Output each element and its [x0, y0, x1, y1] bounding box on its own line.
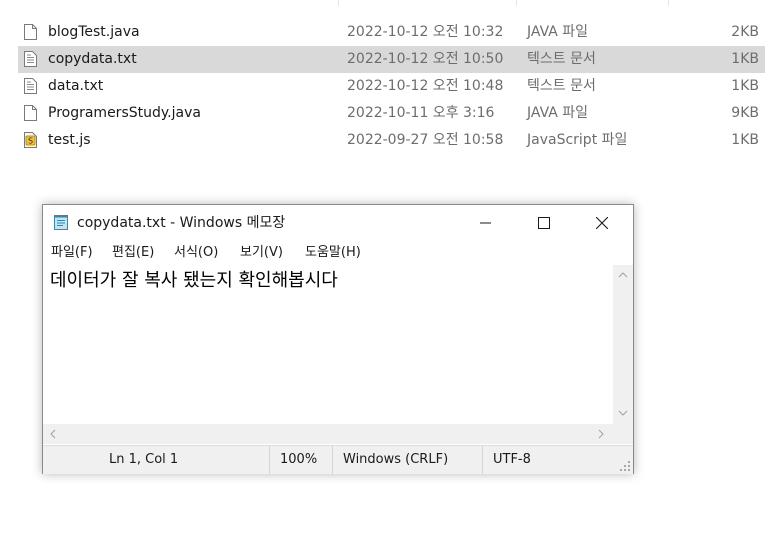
file-name: copydata.txt: [48, 51, 137, 67]
file-modified-date: 2022-10-11 오후 3:16: [347, 105, 495, 121]
status-encoding: UTF-8: [482, 446, 633, 474]
menu-view[interactable]: 보기(V): [240, 241, 283, 265]
menu-format[interactable]: 서식(O): [174, 241, 218, 265]
status-zoom: 100%: [269, 446, 332, 474]
file-modified-date: 2022-10-12 오전 10:32: [347, 24, 504, 40]
menu-help[interactable]: 도움말(H): [305, 241, 361, 265]
file-name: data.txt: [48, 78, 104, 94]
file-modified-date: 2022-10-12 오전 10:50: [347, 51, 504, 67]
file-explorer-list: blogTest.java 2022-10-12 오전 10:32 JAVA 파…: [0, 0, 780, 190]
editor-content[interactable]: 데이터가 잘 복사 됐는지 확인해봅시다: [50, 269, 338, 293]
vertical-scrollbar[interactable]: [613, 265, 633, 424]
maximize-button[interactable]: [515, 205, 573, 241]
file-size: 1KB: [731, 78, 759, 94]
menu-edit[interactable]: 편집(E): [112, 241, 154, 265]
menu-file[interactable]: 파일(F): [51, 241, 93, 265]
close-button[interactable]: [573, 205, 631, 241]
notepad-icon: [54, 215, 68, 230]
file-row[interactable]: S test.js 2022-09-27 오전 10:58 JavaScript…: [18, 127, 765, 154]
status-cursor-position: Ln 1, Col 1: [109, 452, 179, 467]
text-file-icon: [24, 78, 37, 94]
file-name: test.js: [48, 132, 91, 148]
file-modified-date: 2022-09-27 오전 10:58: [347, 132, 504, 148]
text-file-icon: [24, 51, 37, 67]
file-size: 9KB: [731, 105, 759, 121]
file-size: 1KB: [731, 132, 759, 148]
svg-text:S: S: [28, 137, 33, 146]
file-type: JAVA 파일: [527, 24, 589, 40]
script-file-icon: S: [24, 132, 37, 148]
scroll-right-arrow-icon[interactable]: [597, 429, 605, 439]
file-row-selected[interactable]: copydata.txt 2022-10-12 오전 10:50 텍스트 문서 …: [18, 46, 765, 73]
scroll-left-arrow-icon[interactable]: [49, 429, 57, 439]
window-title: copydata.txt - Windows 메모장: [77, 215, 286, 231]
menu-bar: 파일(F) 편집(E) 서식(O) 보기(V) 도움말(H): [43, 241, 633, 265]
file-row[interactable]: ProgramersStudy.java 2022-10-11 오후 3:16 …: [18, 100, 765, 127]
file-modified-date: 2022-10-12 오전 10:48: [347, 78, 504, 94]
notepad-window[interactable]: copydata.txt - Windows 메모장 파일(F) 편집(E) 서…: [42, 204, 634, 474]
file-type: JavaScript 파일: [527, 132, 628, 148]
file-name: blogTest.java: [48, 24, 140, 40]
horizontal-scrollbar[interactable]: [43, 424, 613, 444]
minimize-button[interactable]: [457, 205, 515, 241]
file-type: 텍스트 문서: [527, 51, 596, 67]
scroll-up-arrow-icon[interactable]: [618, 271, 628, 279]
close-icon: [596, 217, 608, 229]
column-divider[interactable]: [516, 0, 517, 6]
status-bar: Ln 1, Col 1 100% Windows (CRLF) UTF-8: [43, 445, 633, 474]
file-size: 1KB: [731, 51, 759, 67]
file-type: JAVA 파일: [527, 105, 589, 121]
maximize-icon: [538, 217, 550, 229]
scroll-down-arrow-icon[interactable]: [618, 409, 628, 417]
column-divider[interactable]: [668, 0, 669, 6]
blank-file-icon: [24, 24, 37, 40]
file-row[interactable]: blogTest.java 2022-10-12 오전 10:32 JAVA 파…: [18, 19, 765, 46]
status-line-ending: Windows (CRLF): [332, 446, 482, 474]
text-editor-area[interactable]: 데이터가 잘 복사 됐는지 확인해봅시다: [43, 265, 613, 424]
status-empty-cell: [43, 446, 99, 474]
file-row[interactable]: data.txt 2022-10-12 오전 10:48 텍스트 문서 1KB: [18, 73, 765, 100]
minimize-icon: [480, 222, 491, 224]
column-divider[interactable]: [338, 0, 339, 6]
blank-file-icon: [24, 105, 37, 121]
scrollbar-corner: [613, 424, 633, 444]
resize-grip-icon[interactable]: [620, 461, 630, 471]
file-size: 2KB: [731, 24, 759, 40]
title-bar[interactable]: copydata.txt - Windows 메모장: [43, 205, 633, 241]
file-name: ProgramersStudy.java: [48, 105, 201, 121]
file-type: 텍스트 문서: [527, 78, 596, 94]
